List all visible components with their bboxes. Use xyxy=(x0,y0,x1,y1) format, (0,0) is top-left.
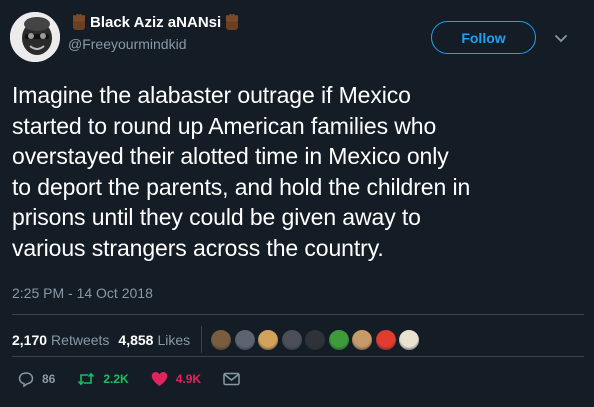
liker-avatar-9[interactable] xyxy=(398,328,421,351)
tweet-text-line: overstayed their alotted time in Mexico … xyxy=(12,143,449,169)
tweet-text-line: to deport the parents, and hold the chil… xyxy=(12,173,471,200)
liker-avatar-2[interactable] xyxy=(233,328,256,351)
retweet-count: 2.2K xyxy=(103,372,129,386)
chevron-down-icon[interactable] xyxy=(553,30,569,46)
retweet-icon xyxy=(78,372,95,386)
raised-fist-icon xyxy=(223,13,241,31)
tweet-text-line: various strangers across the country. xyxy=(12,234,384,261)
raised-fist-icon xyxy=(70,13,88,31)
author-avatar[interactable] xyxy=(10,12,60,62)
liker-avatars xyxy=(210,328,422,351)
divider xyxy=(12,314,584,315)
direct-message-button[interactable] xyxy=(223,372,248,386)
liker-avatar-6[interactable] xyxy=(327,328,350,351)
envelope-icon xyxy=(223,372,240,386)
tweet-text-line: prisons until they could be given away t… xyxy=(12,204,421,230)
tweet-text: Imagine the alabaster outrage if Mexico … xyxy=(12,80,587,263)
liker-avatar-3[interactable] xyxy=(257,328,280,351)
follow-button[interactable]: Follow xyxy=(431,21,536,54)
reply-button[interactable]: 86 xyxy=(18,371,55,387)
tweet-timestamp[interactable]: 2:25 PM - 14 Oct 2018 xyxy=(12,285,153,301)
liker-avatar-7[interactable] xyxy=(351,328,374,351)
tweet-card: Black Aziz aNANsi @Freeyourmindkid Follo… xyxy=(0,0,594,407)
liker-avatar-4[interactable] xyxy=(280,328,303,351)
likes-count: 4,858 xyxy=(118,331,154,348)
retweets-count: 2,170 xyxy=(12,331,48,348)
heart-icon xyxy=(151,372,167,386)
likes-label: Likes xyxy=(157,331,191,348)
stats-separator xyxy=(201,326,203,353)
retweets-label: Retweets xyxy=(51,331,110,348)
reply-icon xyxy=(18,372,34,387)
tweet-stats: 2,170 Retweets 4,858 Likes xyxy=(12,326,422,353)
like-button[interactable]: 4.9K xyxy=(151,371,201,387)
author-display-name: Black Aziz aNANsi xyxy=(90,13,222,31)
retweet-button[interactable]: 2.2K xyxy=(77,371,129,387)
author-name-row[interactable]: Black Aziz aNANsi xyxy=(68,13,243,31)
reply-count: 86 xyxy=(42,372,56,386)
like-count: 4.9K xyxy=(175,372,202,386)
likes-stat[interactable]: 4,858 Likes xyxy=(118,332,190,348)
liker-avatar-8[interactable] xyxy=(374,328,397,351)
tweet-actions: 86 2.2K 4.9K xyxy=(18,371,270,387)
liker-avatar-5[interactable] xyxy=(304,328,327,351)
author-handle[interactable]: @Freeyourmindkid xyxy=(68,36,186,52)
liker-avatar-1[interactable] xyxy=(210,328,233,351)
tweet-text-line: started to round up American families wh… xyxy=(12,112,437,139)
retweets-stat[interactable]: 2,170 Retweets xyxy=(12,332,109,348)
tweet-text-line: Imagine the alabaster outrage if Mexico xyxy=(12,82,411,108)
divider xyxy=(12,356,584,357)
